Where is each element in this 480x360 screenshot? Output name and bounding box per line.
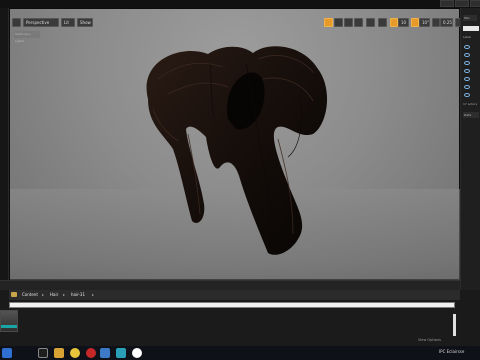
viewport[interactable]: Perspective Lit Show 10 10° 0.25 Station… [9,8,461,281]
breadcrumb-separator-icon: ▸ [42,292,45,297]
breadcrumb-separator-icon: ▸ [63,292,66,297]
eye-icon[interactable] [464,61,470,65]
eye-icon[interactable] [464,85,470,89]
close-button[interactable] [470,0,480,7]
minimize-button[interactable] [440,0,454,7]
eye-icon[interactable] [464,93,470,97]
scrollbar[interactable] [453,314,456,336]
editor-top-bar [0,0,480,8]
file-explorer-icon[interactable] [54,348,64,358]
grid-value-text: 10 [401,20,407,25]
left-panel [0,8,9,290]
show-label: Show [80,20,91,25]
content-browser-header [0,280,460,290]
angle-value-text: 10° [422,20,430,25]
perspective-button[interactable]: Perspective [23,18,59,27]
system-tray[interactable]: IPC Eclairsse [439,349,464,354]
details-tab[interactable]: Deta [463,112,479,118]
show-button[interactable]: Show [77,18,93,27]
start-icon[interactable] [2,348,12,358]
viewport-menu-icon[interactable] [12,18,21,27]
task-view-icon[interactable] [38,348,48,358]
outliner-search-input[interactable] [463,26,479,31]
actor-count: 17 actors [463,102,478,106]
folder-icon [11,292,17,297]
content-asset-grid [0,308,460,346]
unreal-engine-icon[interactable] [132,348,142,358]
breadcrumb-hair-31[interactable]: hair-31 [71,291,85,299]
scale-value[interactable]: 0.25 [440,18,453,27]
coordinate-space-icon[interactable] [366,18,375,27]
lit-button[interactable]: Lit [61,18,75,27]
surface-snapping-icon[interactable] [378,18,387,27]
scale-mode-icon[interactable] [354,18,363,27]
world-outliner-panel: Wor Label 17 actors Deta [460,8,480,290]
perspective-label: Perspective [26,20,50,25]
eye-icon[interactable] [464,77,470,81]
outliner-column-label: Label [463,35,472,39]
photoshop-icon[interactable] [100,348,110,358]
breadcrumb-content[interactable]: Content [22,291,38,299]
breadcrumb-separator-icon: ▸ [92,292,95,297]
rotate-snap-icon[interactable] [411,18,419,27]
lit-label: Lit [64,20,69,25]
scale-snap-icon[interactable] [432,18,440,27]
world-outliner-tab[interactable]: Wor [463,15,477,21]
asset-type-stripe [1,325,17,328]
app-icon[interactable] [116,348,126,358]
eye-icon[interactable] [464,45,470,49]
view-options-label[interactable]: View Options [418,338,441,342]
chrome-icon[interactable] [70,348,80,358]
maximize-button[interactable] [455,0,469,7]
grid-snap-icon[interactable] [390,18,398,27]
asset-thumbnail[interactable] [0,310,18,332]
eye-icon[interactable] [464,69,470,73]
breadcrumb-hair[interactable]: Hair [50,291,58,299]
angle-value[interactable]: 10° [419,18,430,27]
eye-icon[interactable] [464,53,470,57]
rotate-mode-icon[interactable] [344,18,353,27]
scale-value-text: 0.25 [443,20,452,25]
viewport-stats-label: Stationary Lights [14,31,40,43]
grid-value[interactable]: 10 [398,18,409,27]
select-mode-icon[interactable] [324,18,333,27]
hair-mesh[interactable] [128,39,338,259]
opera-icon[interactable] [86,348,96,358]
translate-mode-icon[interactable] [334,18,343,27]
